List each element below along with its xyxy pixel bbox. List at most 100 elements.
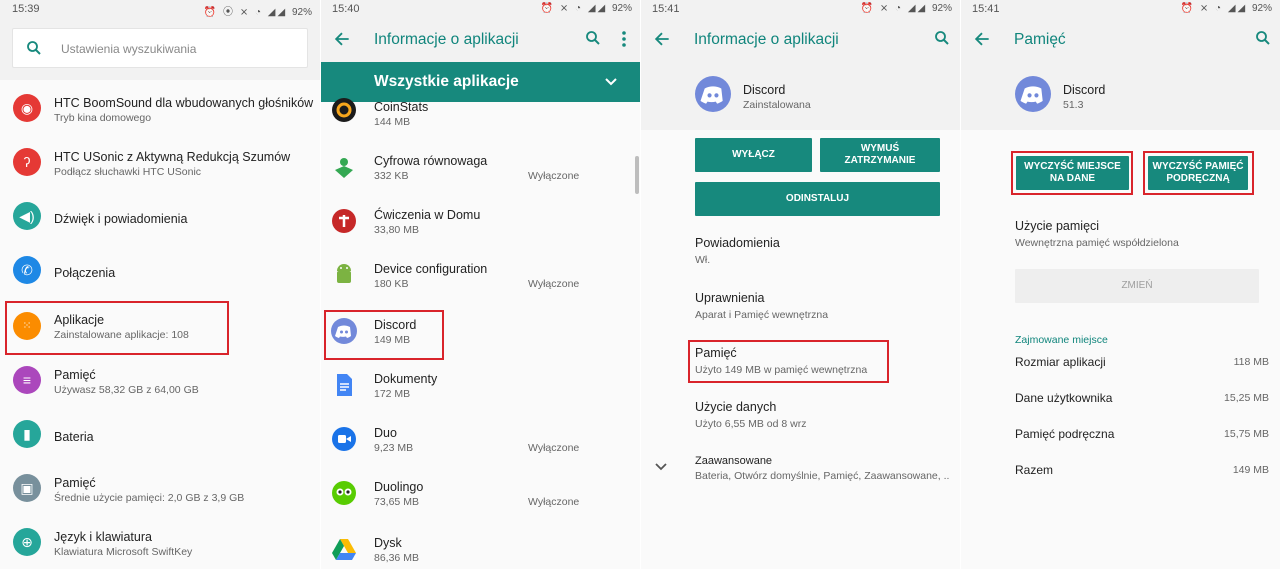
digital-wellbeing-icon <box>335 158 353 178</box>
status-bar: 15:41 ⏰ ⨯ ◔ ◢◢ 92% <box>640 0 960 18</box>
android-icon <box>337 264 351 283</box>
search-icon[interactable] <box>584 29 602 47</box>
highlight-clear-data <box>1011 151 1133 195</box>
coinstats-icon <box>332 98 356 122</box>
drive-icon <box>332 539 356 560</box>
status-time: 15:40 <box>332 3 360 15</box>
settings-item-battery[interactable]: ▮ Bateria <box>0 408 320 462</box>
duolingo-icon <box>332 481 356 505</box>
settings-item-sound[interactable]: ◀) Dźwięk i powiadomienia <box>0 190 320 244</box>
stat-app-size: Rozmiar aplikacji 118 MB <box>1015 355 1269 371</box>
stat-cache: Pamięć podręczna 15,75 MB <box>1015 427 1269 443</box>
app-item-duo[interactable]: Duo 9,23 MB Wyłączone <box>320 416 640 470</box>
boomsound-icon: ◉ <box>13 94 41 122</box>
app-item-dokumenty[interactable]: Dokumenty 172 MB <box>320 362 640 416</box>
disable-button[interactable]: WYŁĄCZ <box>695 138 812 172</box>
section-label: Zajmowane miejsce <box>1015 334 1108 346</box>
settings-item-title: Język i klawiatura <box>54 530 152 544</box>
stat-label: Razem <box>1015 463 1054 477</box>
row-subtitle: Aparat i Pamięć wewnętrzna <box>695 309 829 321</box>
app-bar: Pamięć <box>960 18 1280 62</box>
search-icon[interactable] <box>1254 29 1272 47</box>
back-arrow-icon[interactable] <box>652 29 672 49</box>
row-data-usage[interactable]: Użycie danych Użyto 6,55 MB od 8 wrz <box>695 400 955 430</box>
settings-item-memory[interactable]: ▣ Pamięć Średnie użycie pamięci: 2,0 GB … <box>0 462 320 516</box>
search-placeholder: Ustawienia wyszukiwania <box>61 42 197 56</box>
app-size: 144 MB <box>374 116 411 128</box>
settings-item-title: Dźwięk i powiadomienia <box>54 212 188 226</box>
app-size: 180 KB <box>374 278 409 290</box>
settings-item-calls[interactable]: ✆ Połączenia <box>0 244 320 298</box>
memory-chip-icon: ▣ <box>13 474 41 502</box>
app-item-dysk[interactable]: Dysk 86,36 MB <box>320 526 640 569</box>
search-icon[interactable] <box>933 29 951 47</box>
settings-item-title: HTC BoomSound dla wbudowanych głośników <box>54 96 314 110</box>
settings-item-storage[interactable]: ≡ Pamięć Używasz 58,32 GB z 64,00 GB <box>0 354 320 408</box>
app-name: Duo <box>374 426 397 440</box>
app-header <box>960 62 1280 130</box>
change-button[interactable]: ZMIEŃ <box>1015 269 1259 303</box>
app-item-coinstats[interactable]: CoinStats 144 MB <box>320 96 640 132</box>
settings-item-usonic[interactable]: ʔ HTC USonic z Aktywną Redukcją Szumów P… <box>0 136 320 190</box>
app-install-status: Zainstalowana <box>743 99 811 111</box>
settings-item-language[interactable]: ⊕ Język i klawiatura Klawiatura Microsof… <box>0 516 320 569</box>
app-name: Discord <box>1063 83 1106 97</box>
settings-item-boomsound[interactable]: ◉ HTC BoomSound dla wbudowanych głośnikó… <box>0 82 320 136</box>
page-title: Pamięć <box>1014 31 1066 48</box>
stat-user-data: Dane użytkownika 15,25 MB <box>1015 391 1269 407</box>
storage-icon: ≡ <box>13 366 41 394</box>
status-time: 15:41 <box>652 3 680 15</box>
uninstall-button[interactable]: ODINSTALUJ <box>695 182 940 216</box>
status-bar: 15:40 ⏰ ⨯ ◔ ◢◢ 92% <box>320 0 640 18</box>
row-subtitle: Użyto 6,55 MB od 8 wrz <box>695 418 807 430</box>
battery-percent: 92% <box>1251 3 1272 14</box>
row-permissions[interactable]: Uprawnienia Aparat i Pamięć wewnętrzna <box>695 291 955 321</box>
row-storage-used: Użycie pamięci Wewnętrzna pamięć współdz… <box>1015 219 1275 249</box>
duo-icon <box>332 427 356 451</box>
phone-icon: ✆ <box>13 256 41 284</box>
app-name: Ćwiczenia w Domu <box>374 208 481 222</box>
back-arrow-icon[interactable] <box>972 29 992 49</box>
app-item-cwiczenia[interactable]: Ćwiczenia w Domu 33,80 MB <box>320 198 640 252</box>
row-subtitle: Bateria, Otwórz domyślnie, Pamięć, Zaawa… <box>695 470 950 482</box>
workout-icon <box>332 209 356 233</box>
settings-item-title: Pamięć <box>54 368 96 382</box>
app-item-duolingo[interactable]: Duolingo 73,65 MB Wyłączone <box>320 470 640 524</box>
panel-divider <box>960 0 961 569</box>
scrollbar[interactable] <box>635 156 639 194</box>
highlight-storage <box>688 340 889 383</box>
row-notifications[interactable]: Powiadomienia Wł. <box>695 236 955 266</box>
back-arrow-icon[interactable] <box>332 29 352 49</box>
settings-item-title: HTC USonic z Aktywną Redukcją Szumów <box>54 150 291 164</box>
docs-icon <box>337 374 352 396</box>
settings-item-title: Pamięć <box>54 476 96 490</box>
app-state: Wyłączone <box>528 170 580 182</box>
app-size: 33,80 MB <box>374 224 419 236</box>
more-vert-icon[interactable] <box>622 31 626 47</box>
settings-panel: 15:39 ⏰ ⦿ ⨯ ◔ ◢◢ 92% Ustawienia wyszukiw… <box>0 0 320 569</box>
app-item-cyfrowa[interactable]: Cyfrowa równowaga 332 KB Wyłączone <box>320 144 640 198</box>
discord-icon <box>1015 76 1051 112</box>
ear-icon: ʔ <box>13 148 41 176</box>
stat-value: 149 MB <box>1232 464 1269 476</box>
row-subtitle: Wł. <box>695 254 711 266</box>
row-advanced[interactable]: Zaawansowane Bateria, Otwórz domyślnie, … <box>695 455 955 482</box>
app-size: 73,65 MB <box>374 496 419 508</box>
search-icon <box>27 41 41 55</box>
globe-icon: ⊕ <box>13 528 41 556</box>
highlight-discord <box>324 310 444 360</box>
status-time: 15:39 <box>12 3 40 15</box>
app-size: 86,36 MB <box>374 552 419 564</box>
status-icons: ⏰ ⨯ ◔ ◢◢ 92% <box>540 3 632 14</box>
force-stop-button[interactable]: WYMUŚ ZATRZYMANIE <box>820 138 940 172</box>
status-icons: ⏰ ⦿ ⨯ ◔ ◢◢ 92% <box>203 7 312 18</box>
chevron-down-icon[interactable] <box>654 460 668 474</box>
filter-label: Wszystkie aplikacje <box>374 73 519 90</box>
app-item-device-config[interactable]: Device configuration 180 KB Wyłączone <box>320 252 640 306</box>
battery-percent: 92% <box>291 7 312 18</box>
settings-search-input[interactable]: Ustawienia wyszukiwania <box>12 28 308 68</box>
settings-item-subtitle: Używasz 58,32 GB z 64,00 GB <box>54 384 199 396</box>
app-size: 9,23 MB <box>374 442 414 454</box>
row-title: Uprawnienia <box>695 291 765 305</box>
app-state: Wyłączone <box>528 496 580 508</box>
